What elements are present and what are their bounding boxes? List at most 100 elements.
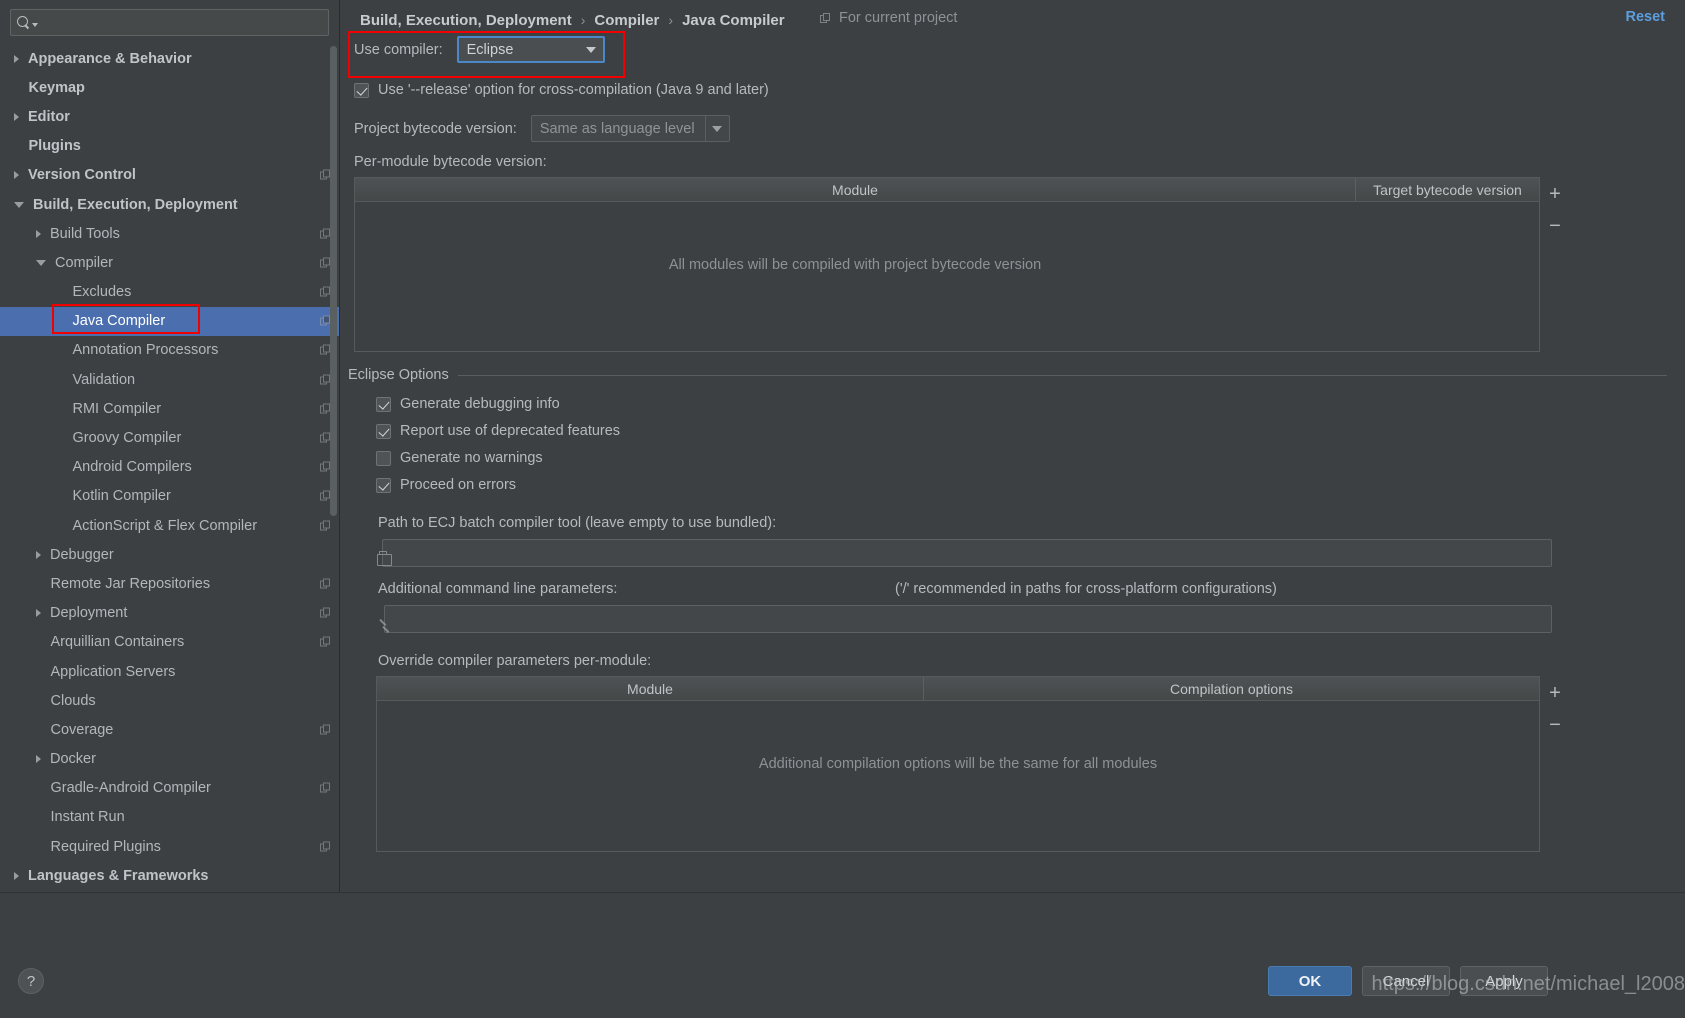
sidebar-item-label: Groovy Compiler bbox=[72, 430, 182, 447]
sidebar-item-label: ActionScript & Flex Compiler bbox=[72, 517, 258, 534]
override-params-label: Override compiler parameters per-module: bbox=[378, 653, 652, 669]
chevron-right-icon[interactable] bbox=[36, 609, 41, 618]
add-override-button[interactable]: + bbox=[1542, 677, 1568, 709]
column-header-compilation-options[interactable]: Compilation options bbox=[923, 677, 1539, 700]
sidebar-item-coverage[interactable]: Coverage bbox=[0, 715, 339, 744]
sidebar-item-application-servers[interactable]: Application Servers bbox=[0, 657, 339, 686]
sidebar-item-plugins[interactable]: Plugins bbox=[0, 132, 339, 161]
sidebar-item-required-plugins[interactable]: Required Plugins bbox=[0, 832, 339, 861]
generate-debugging-info-checkbox[interactable] bbox=[376, 396, 391, 412]
additional-params-input[interactable] bbox=[384, 605, 1552, 633]
search-input[interactable] bbox=[38, 15, 322, 30]
scrollbar-thumb[interactable] bbox=[330, 46, 337, 516]
override-params-table[interactable]: Module Compilation options Additional co… bbox=[376, 676, 1540, 852]
proceed-on-errors-row[interactable]: Proceed on errors bbox=[376, 477, 516, 493]
dialog-button-bar: OK Cancel Apply https://blog.csdn.net/mi… bbox=[340, 892, 1685, 1018]
sidebar-scrollbar[interactable] bbox=[330, 46, 337, 866]
sidebar-item-version-control[interactable]: Version Control bbox=[0, 161, 339, 190]
sidebar-item-docker[interactable]: Docker bbox=[0, 745, 339, 774]
settings-sidebar: Appearance & Behavior Keymap Editor Plugins… bbox=[0, 0, 340, 1018]
sidebar-item-label: Deployment bbox=[50, 605, 128, 622]
remove-module-button[interactable]: − bbox=[1542, 210, 1568, 242]
sidebar-item-remote-jar-repositories[interactable]: Remote Jar Repositories bbox=[0, 569, 339, 598]
chevron-down-icon[interactable] bbox=[36, 259, 46, 266]
sidebar-item-java-compiler[interactable]: Java Compiler bbox=[0, 306, 339, 336]
sidebar-item-deployment[interactable]: Deployment bbox=[0, 599, 339, 628]
sidebar-item-label: Gradle-Android Compiler bbox=[50, 780, 211, 797]
sidebar-item-label: Docker bbox=[50, 751, 96, 768]
report-deprecated-checkbox[interactable] bbox=[376, 423, 391, 439]
sidebar-item-kotlin-compiler[interactable]: Kotlin Compiler bbox=[0, 482, 339, 511]
sidebar-item-languages-frameworks[interactable]: Languages & Frameworks bbox=[0, 861, 339, 890]
sidebar-item-label: Annotation Processors bbox=[72, 342, 219, 359]
breadcrumb-item-0[interactable]: Build, Execution, Deployment bbox=[360, 12, 572, 29]
sidebar-item-validation[interactable]: Validation bbox=[0, 365, 339, 394]
override-params-table-header: Module Compilation options bbox=[377, 677, 1539, 701]
add-module-button[interactable]: + bbox=[1542, 178, 1568, 210]
proceed-on-errors-label: Proceed on errors bbox=[400, 477, 517, 493]
sidebar-item-annotation-processors[interactable]: Annotation Processors bbox=[0, 336, 339, 365]
use-compiler-label: Use compiler: bbox=[354, 41, 443, 58]
sidebar-item-gradle-android-compiler[interactable]: Gradle-Android Compiler bbox=[0, 774, 339, 803]
sidebar-item-excludes[interactable]: Excludes bbox=[0, 278, 339, 307]
project-bytecode-row: Project bytecode version: Same as langua… bbox=[354, 115, 730, 142]
override-params-table-toolbar: + − bbox=[1542, 677, 1568, 741]
remove-override-button[interactable]: − bbox=[1542, 709, 1568, 741]
chevron-right-icon[interactable] bbox=[14, 871, 19, 880]
use-compiler-dropdown[interactable]: Eclipse bbox=[456, 36, 605, 63]
sidebar-item-label: Debugger bbox=[50, 546, 114, 563]
generate-no-warnings-checkbox[interactable] bbox=[376, 450, 391, 466]
report-deprecated-row[interactable]: Report use of deprecated features bbox=[376, 423, 620, 439]
breadcrumb-item-1[interactable]: Compiler bbox=[594, 12, 659, 29]
chevron-right-icon[interactable] bbox=[14, 54, 19, 63]
column-header-module[interactable]: Module bbox=[377, 677, 923, 700]
chevron-right-icon[interactable] bbox=[36, 229, 41, 238]
chevron-down-icon[interactable] bbox=[14, 201, 24, 208]
sidebar-item-appearance-behavior[interactable]: Appearance & Behavior bbox=[0, 44, 339, 73]
chevron-right-icon[interactable] bbox=[14, 112, 19, 121]
sidebar-item-clouds[interactable]: Clouds bbox=[0, 686, 339, 715]
chevron-right-icon[interactable] bbox=[14, 171, 19, 180]
sidebar-item-instant-run[interactable]: Instant Run bbox=[0, 803, 339, 832]
search-box[interactable] bbox=[10, 9, 329, 36]
sidebar-item-actionscript-flex-compiler[interactable]: ActionScript & Flex Compiler bbox=[0, 511, 339, 540]
sidebar-item-keymap[interactable]: Keymap bbox=[0, 73, 339, 102]
column-header-module[interactable]: Module bbox=[355, 178, 1355, 201]
eclipse-options-group: Eclipse Options bbox=[348, 367, 1667, 383]
reset-link[interactable]: Reset bbox=[1626, 9, 1666, 25]
sidebar-item-build-execution-deployment[interactable]: Build, Execution, Deployment bbox=[0, 190, 339, 219]
column-header-target-bytecode[interactable]: Target bytecode version bbox=[1355, 178, 1539, 201]
sidebar-item-rmi-compiler[interactable]: RMI Compiler bbox=[0, 394, 339, 423]
sidebar-item-compiler[interactable]: Compiler bbox=[0, 248, 339, 277]
additional-params-label: Additional command line parameters: bbox=[378, 581, 618, 597]
sidebar-item-debugger[interactable]: Debugger bbox=[0, 540, 339, 569]
chevron-right-icon[interactable] bbox=[36, 755, 41, 764]
sidebar-item-label: Kotlin Compiler bbox=[72, 488, 171, 505]
generate-debugging-info-row[interactable]: Generate debugging info bbox=[376, 396, 560, 412]
ecj-path-input[interactable] bbox=[377, 539, 1552, 567]
generate-no-warnings-row[interactable]: Generate no warnings bbox=[376, 450, 543, 466]
sidebar-item-groovy-compiler[interactable]: Groovy Compiler bbox=[0, 423, 339, 452]
sidebar-item-editor[interactable]: Editor bbox=[0, 102, 339, 131]
chevron-down-icon[interactable] bbox=[704, 116, 729, 141]
chevron-down-icon[interactable] bbox=[579, 38, 603, 61]
release-option-checkbox[interactable] bbox=[354, 82, 369, 98]
sidebar-item-build-tools[interactable]: Build Tools bbox=[0, 219, 339, 248]
chevron-right-icon[interactable] bbox=[36, 550, 41, 559]
sidebar-item-arquillian-containers[interactable]: Arquillian Containers bbox=[0, 628, 339, 657]
help-button[interactable]: ? bbox=[18, 968, 44, 994]
sidebar-item-label: Instant Run bbox=[50, 809, 125, 826]
per-module-table[interactable]: Module Target bytecode version All modul… bbox=[354, 177, 1540, 352]
proceed-on-errors-checkbox[interactable] bbox=[376, 477, 391, 493]
override-params-table-empty-message: Additional compilation options will be t… bbox=[758, 756, 1158, 772]
folder-browse-icon[interactable] bbox=[377, 551, 392, 566]
sidebar-item-label: Compiler bbox=[55, 254, 114, 271]
expand-editor-icon[interactable] bbox=[379, 619, 392, 632]
settings-tree[interactable]: Appearance & Behavior Keymap Editor Plugins… bbox=[0, 44, 339, 892]
project-bytecode-dropdown[interactable]: Same as language level bbox=[530, 115, 730, 142]
sidebar-item-label: Remote Jar Repositories bbox=[50, 575, 211, 592]
ok-button[interactable]: OK bbox=[1268, 966, 1352, 996]
sidebar-item-android-compilers[interactable]: Android Compilers bbox=[0, 453, 339, 482]
release-option-checkbox-row[interactable]: Use '--release' option for cross-compila… bbox=[354, 82, 769, 98]
sidebar-footer: ? bbox=[0, 892, 340, 1018]
